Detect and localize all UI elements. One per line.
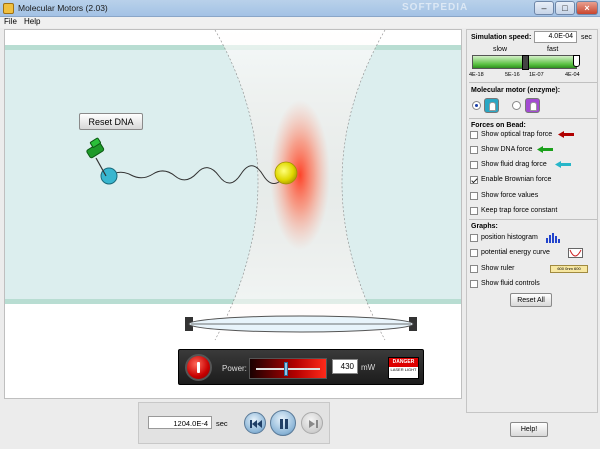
menu-bar: File Help xyxy=(0,17,600,28)
enzyme-b-radio[interactable] xyxy=(512,101,521,110)
time-unit: sec xyxy=(216,419,228,428)
menu-help[interactable]: Help xyxy=(24,17,40,26)
laser-danger-sign: DANGER LASER LIGHT xyxy=(388,357,419,379)
position-histogram-checkbox[interactable] xyxy=(470,234,478,242)
fluid-controls-label: Show fluid controls xyxy=(481,280,540,287)
power-unit: mW xyxy=(361,363,376,372)
window-title: Molecular Motors (2.03) xyxy=(18,3,108,13)
clock-panel: 1204.0E-4 sec xyxy=(138,402,330,444)
speed-tick-3: 4E-04 xyxy=(565,72,580,78)
speed-slider[interactable] xyxy=(472,55,580,70)
step-icon xyxy=(309,420,318,428)
brownian-force-label: Enable Brownian force xyxy=(481,176,552,183)
speed-slider-end-marker xyxy=(573,55,580,67)
brownian-force-checkbox[interactable] xyxy=(470,176,478,184)
position-histogram-label: position histogram xyxy=(481,234,538,241)
histogram-icon xyxy=(546,233,560,243)
watermark: SOFTPEDIA xyxy=(402,2,469,13)
enzyme-a-radio[interactable] xyxy=(472,101,481,110)
show-ruler-label: Show ruler xyxy=(481,265,515,272)
step-button[interactable] xyxy=(301,412,323,434)
danger-text: LASER LIGHT xyxy=(390,367,417,372)
dna-force-label: Show DNA force xyxy=(481,146,533,153)
fluid-controls-checkbox[interactable] xyxy=(470,280,478,288)
show-ruler-checkbox[interactable] xyxy=(470,265,478,273)
trap-constant-checkbox[interactable] xyxy=(470,207,478,215)
pause-icon xyxy=(280,419,288,429)
divider xyxy=(469,219,597,220)
close-icon[interactable]: × xyxy=(576,1,598,15)
laser-control-panel: Power: 430 mW DANGER LASER LIGHT xyxy=(178,349,424,385)
danger-title: DANGER xyxy=(389,358,418,367)
speed-unit: sec xyxy=(581,34,592,41)
force-values-checkbox[interactable] xyxy=(470,192,478,200)
fluid-drag-force-checkbox[interactable] xyxy=(470,161,478,169)
power-slider[interactable] xyxy=(249,358,327,379)
speed-tick-2: 1E-07 xyxy=(529,72,544,78)
speed-value-field[interactable]: 4.0E-04 xyxy=(534,31,577,43)
divider xyxy=(469,118,597,119)
reset-dna-button[interactable]: Reset DNA xyxy=(79,113,143,130)
forces-title: Forces on Bead: xyxy=(471,122,526,129)
bead xyxy=(274,161,298,185)
graphs-title: Graphs: xyxy=(471,223,498,230)
fluid-drag-force-label: Show fluid drag force xyxy=(481,161,547,168)
power-slider-thumb[interactable] xyxy=(283,362,288,376)
energy-curve-icon xyxy=(568,248,583,258)
restart-icon xyxy=(250,420,262,428)
control-panel: Simulation speed: 4.0E-04 sec slow fast … xyxy=(466,29,598,413)
title-bar: Molecular Motors (2.03) SOFTPEDIA – □ × xyxy=(0,0,600,17)
app-icon xyxy=(3,3,14,14)
energy-curve-checkbox[interactable] xyxy=(470,249,478,257)
motor-label: Molecular motor (enzyme): xyxy=(471,87,561,94)
power-label: Power: xyxy=(222,364,247,373)
enzyme-a-icon[interactable] xyxy=(484,98,499,113)
dna-force-checkbox[interactable] xyxy=(470,146,478,154)
power-value-field[interactable]: 430 xyxy=(332,359,358,374)
laser-power-button[interactable] xyxy=(185,354,212,381)
dna-force-arrow-icon xyxy=(537,146,553,153)
enzyme-b-icon[interactable] xyxy=(525,98,540,113)
fluid-channel xyxy=(5,48,461,302)
minimize-icon[interactable]: – xyxy=(534,1,554,15)
optical-trap-force-checkbox[interactable] xyxy=(470,131,478,139)
time-field: 1204.0E-4 xyxy=(148,416,212,429)
speed-fast-label: fast xyxy=(547,46,559,53)
fluid-drag-arrow-icon xyxy=(555,161,571,168)
speed-slow-label: slow xyxy=(493,46,508,53)
menu-file[interactable]: File xyxy=(4,17,17,26)
pause-button[interactable] xyxy=(270,410,296,436)
optical-trap-force-label: Show optical trap force xyxy=(481,131,553,138)
ruler-icon: 600 0nm 600 xyxy=(550,265,588,273)
laser-lens xyxy=(185,315,417,333)
power-slider-track xyxy=(256,368,320,370)
help-button[interactable]: Help! xyxy=(510,422,548,437)
maximize-icon[interactable]: □ xyxy=(555,1,575,15)
speed-tick-1: 5E-16 xyxy=(505,72,520,78)
simulation-scene xyxy=(5,30,461,341)
restart-button[interactable] xyxy=(244,412,266,434)
trap-constant-label: Keep trap force constant xyxy=(481,207,558,214)
force-values-label: Show force values xyxy=(481,192,539,199)
speed-label: Simulation speed: xyxy=(471,34,532,41)
reset-all-button[interactable]: Reset All xyxy=(510,293,552,307)
divider xyxy=(469,82,597,83)
speed-slider-thumb[interactable] xyxy=(522,55,529,70)
speed-tick-0: 4E-18 xyxy=(469,72,484,78)
simulation-canvas[interactable]: Reset DNA xyxy=(4,29,462,399)
energy-curve-label: potential energy curve xyxy=(481,249,550,256)
optical-trap-arrow-icon xyxy=(558,131,574,138)
